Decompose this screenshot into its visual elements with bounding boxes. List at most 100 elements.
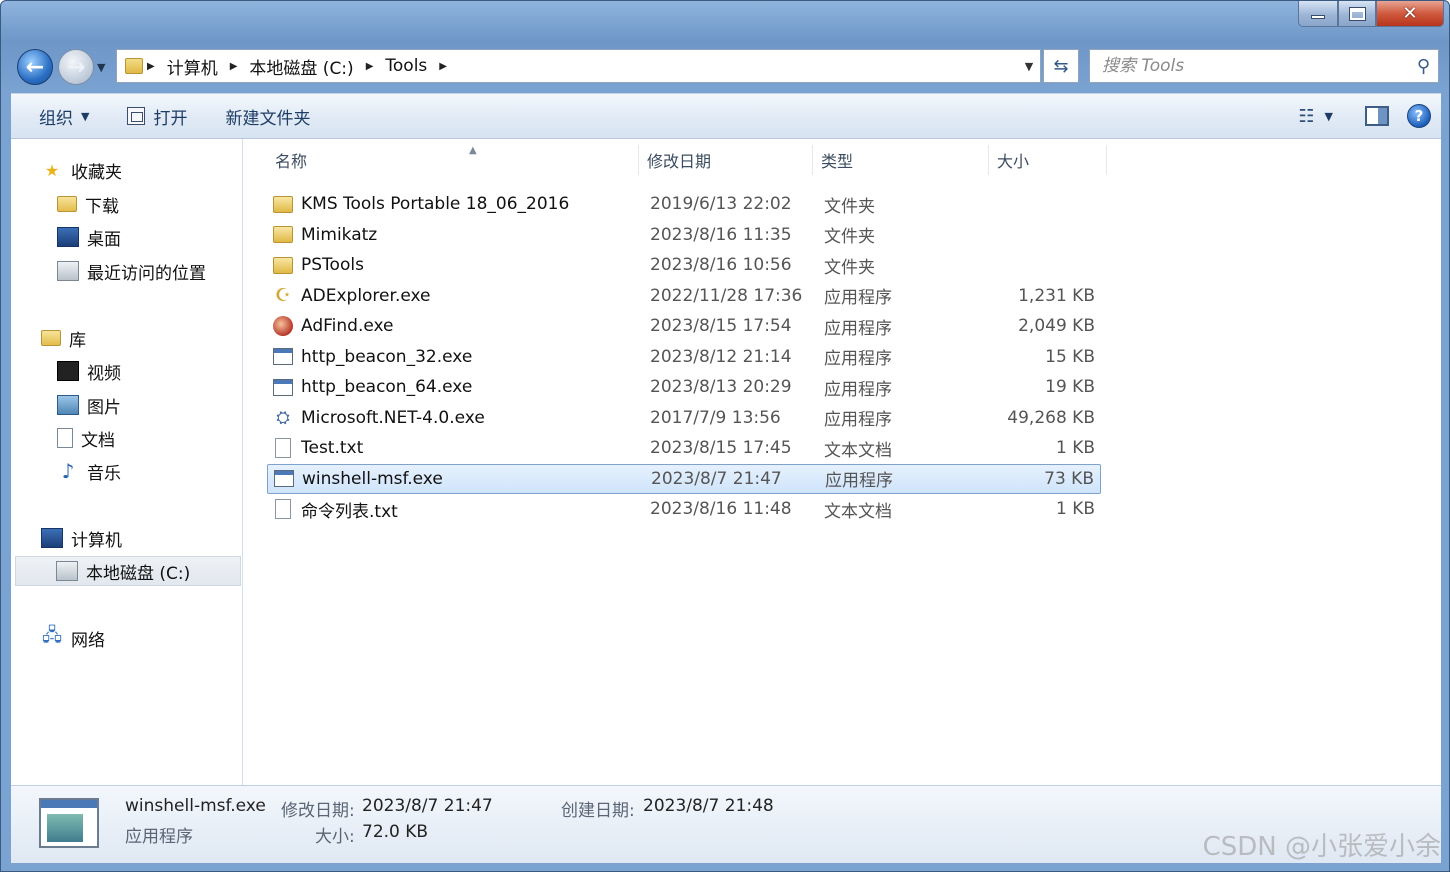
column-size-label: 大小 [997, 152, 1030, 171]
address-dropdown-icon[interactable]: ▼ [1018, 60, 1040, 73]
search-box[interactable]: ⚲ [1089, 49, 1439, 83]
hard-drive-icon [56, 561, 78, 581]
file-row[interactable]: KMS Tools Portable 18_06_2016 2019/6/13 2… [267, 189, 1101, 219]
close-button[interactable]: ✕ [1376, 1, 1444, 27]
nav-downloads-label: 下载 [85, 196, 119, 217]
details-size-value: 72.0 KB [362, 822, 429, 842]
exe-icon [273, 468, 295, 490]
command-bar: 组织 ▼ 打开 新建文件夹 ☷ ▼ ? [11, 93, 1441, 139]
file-row[interactable]: PSTools 2023/8/16 10:56 文件夹 [267, 250, 1101, 280]
details-filename: winshell-msf.exe [125, 796, 266, 816]
nav-favorites[interactable]: ★ 收藏夹 [41, 155, 122, 185]
nav-recent-label: 最近访问的位置 [87, 263, 206, 284]
adexplorer-icon: ☪ [274, 285, 292, 306]
folder-icon [272, 254, 294, 276]
column-name-label: 名称 [275, 152, 308, 171]
file-row[interactable]: ☪ ADExplorer.exe 2022/11/28 17:36 应用程序 1,231… [267, 281, 1101, 311]
star-icon: ★ [44, 160, 60, 180]
nav-recent-places[interactable]: 最近访问的位置 [57, 256, 206, 286]
breadcrumb-tools[interactable]: Tools [377, 50, 435, 82]
nav-pictures-label: 图片 [87, 397, 121, 418]
nav-music-label: 音乐 [87, 463, 121, 484]
nav-local-disk[interactable]: 本地磁盘 (C:) [15, 556, 241, 586]
nav-libraries[interactable]: 库 [41, 323, 86, 353]
file-name: ADExplorer.exe [301, 285, 431, 306]
file-type: 应用程序 [824, 410, 892, 430]
open-label: 打开 [153, 108, 188, 129]
forward-button[interactable]: → [58, 49, 94, 85]
breadcrumb-separator-icon[interactable]: ▶ [143, 61, 159, 72]
nav-network-label: 网络 [71, 630, 105, 651]
address-bar[interactable]: ▶ 计算机 ▶ 本地磁盘 (C:) ▶ Tools ▶ ▼ [116, 49, 1041, 83]
breadcrumb-local-disk[interactable]: 本地磁盘 (C:) [241, 50, 361, 82]
new-folder-button[interactable]: 新建文件夹 [211, 100, 324, 132]
change-view-icon[interactable]: ☷ [1288, 106, 1324, 127]
file-name: winshell-msf.exe [302, 468, 443, 489]
organize-button[interactable]: 组织 ▼ [25, 100, 103, 132]
column-header-size[interactable]: 大小 [989, 145, 1107, 175]
file-name: 命令列表.txt [301, 501, 398, 522]
desktop-icon [57, 227, 79, 247]
search-input[interactable] [1102, 56, 1402, 76]
folder-icon [272, 224, 294, 246]
file-row[interactable]: AdFind.exe 2023/8/15 17:54 应用程序 2,049 KB [267, 311, 1101, 341]
breadcrumb-separator-icon[interactable]: ▶ [435, 61, 451, 72]
file-row[interactable]: Test.txt 2023/8/15 17:45 文本文档 1 KB [267, 433, 1101, 463]
file-name: PSTools [301, 255, 364, 275]
document-icon [57, 428, 73, 448]
nav-desktop[interactable]: 桌面 [57, 222, 121, 252]
file-row[interactable]: Mimikatz 2023/8/16 11:35 文件夹 [267, 220, 1101, 250]
column-header-type[interactable]: 类型 [813, 145, 989, 175]
nav-music[interactable]: ♪ 音乐 [57, 456, 121, 486]
nav-downloads[interactable]: 下载 [57, 189, 119, 219]
details-created-label: 创建日期: [561, 801, 635, 821]
file-row[interactable]: http_beacon_64.exe 2023/8/13 20:29 应用程序 19 … [267, 372, 1101, 402]
nav-videos[interactable]: 视频 [57, 356, 121, 386]
file-row[interactable]: 命令列表.txt 2023/8/16 11:48 文本文档 1 KB [267, 494, 1101, 524]
column-header-name[interactable]: 名称 ▲ [267, 145, 639, 175]
nav-documents-label: 文档 [81, 430, 115, 451]
column-type-label: 类型 [821, 152, 854, 171]
column-header-date[interactable]: 修改日期 [639, 145, 813, 175]
navigation-bar: ← → ▼ ▶ 计算机 ▶ 本地磁盘 (C:) ▶ Tools ▶ ▼ ⇆ ⚲ [1, 45, 1449, 89]
library-icon [41, 330, 61, 346]
open-button[interactable]: 打开 [113, 100, 201, 132]
nav-documents[interactable]: 文档 [57, 423, 115, 453]
file-modified-date: 2022/11/28 17:36 [650, 285, 803, 306]
file-type: 文件夹 [824, 257, 875, 278]
nav-computer-label: 计算机 [71, 530, 122, 551]
nav-network[interactable]: 🖧 网络 [41, 623, 105, 653]
picture-icon [57, 395, 79, 415]
file-size: 1,231 KB [1018, 285, 1095, 306]
file-type: 应用程序 [824, 349, 892, 369]
sort-ascending-icon: ▲ [469, 145, 477, 156]
breadcrumb-separator-icon[interactable]: ▶ [226, 61, 242, 72]
back-button[interactable]: ← [17, 49, 53, 85]
view-options-dropdown-icon[interactable]: ▼ [1325, 110, 1347, 123]
file-size: 1 KB [1055, 438, 1095, 458]
search-icon[interactable]: ⚲ [1417, 56, 1430, 77]
file-modified-date: 2023/8/16 10:56 [650, 255, 792, 275]
preview-pane-icon[interactable] [1365, 106, 1389, 126]
watermark-text: CSDN @小张爱小余 [1202, 832, 1441, 862]
breadcrumb-computer[interactable]: 计算机 [159, 50, 226, 82]
downloads-folder-icon [57, 196, 77, 212]
recent-pages-dropdown[interactable]: ▼ [97, 61, 105, 74]
breadcrumb-separator-icon[interactable]: ▶ [362, 61, 378, 72]
minimize-button[interactable] [1298, 1, 1338, 27]
nav-videos-label: 视频 [87, 363, 121, 384]
video-icon [57, 361, 79, 381]
help-icon[interactable]: ? [1407, 104, 1431, 128]
file-modified-date: 2023/8/16 11:35 [650, 224, 792, 245]
refresh-button[interactable]: ⇆ [1043, 49, 1079, 83]
nav-pictures[interactable]: 图片 [57, 390, 121, 420]
file-type: 文本文档 [824, 440, 892, 461]
file-size: 73 KB [1044, 468, 1094, 489]
file-row[interactable]: ⛭ Microsoft.NET-4.0.exe 2017/7/9 13:56 应用程序… [267, 403, 1101, 433]
file-modified-date: 2023/8/7 21:47 [651, 468, 782, 489]
folder-icon [125, 58, 143, 74]
file-row[interactable]: winshell-msf.exe 2023/8/7 21:47 应用程序 73 KB [267, 463, 1101, 494]
maximize-button[interactable] [1338, 1, 1376, 27]
file-row[interactable]: http_beacon_32.exe 2023/8/12 21:14 应用程序 15 … [267, 342, 1101, 372]
nav-computer[interactable]: 计算机 [41, 523, 122, 553]
